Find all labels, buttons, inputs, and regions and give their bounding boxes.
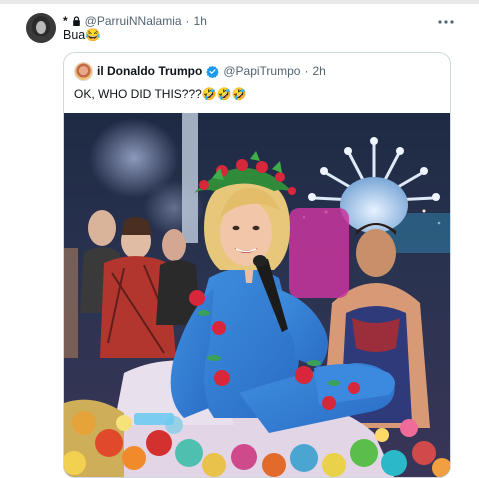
quoted-avatar[interactable] <box>74 61 93 81</box>
tweet-text: Bua😂 <box>63 28 101 42</box>
more-horizontal-icon[interactable] <box>438 12 454 28</box>
lock-icon <box>72 16 80 26</box>
quoted-display-name[interactable]: il Donaldo Trumpo <box>97 64 202 78</box>
tweet[interactable]: * @ParruiNNalamia · 1h Bua😂 il Donaldo T… <box>0 4 479 478</box>
tweet-time[interactable]: 1h <box>194 14 207 28</box>
quoted-text: OK, WHO DID THIS???🤣🤣🤣 <box>74 87 247 101</box>
quoted-photo[interactable] <box>64 113 450 477</box>
quoted-handle[interactable]: @PapiTrumpo <box>223 64 300 78</box>
quoted-time[interactable]: 2h <box>312 64 325 78</box>
separator-dot: · <box>185 14 190 28</box>
author-display-name[interactable]: * <box>63 14 68 28</box>
verified-badge-icon <box>206 65 220 78</box>
quoted-tweet[interactable]: il Donaldo Trumpo @PapiTrumpo · 2h OK, W… <box>63 52 451 478</box>
author-handle[interactable]: @ParruiNNalamia <box>85 14 182 28</box>
author-avatar[interactable] <box>26 13 56 43</box>
quoted-header: il Donaldo Trumpo @PapiTrumpo · 2h <box>74 61 326 81</box>
quoted-separator: · <box>304 64 309 78</box>
